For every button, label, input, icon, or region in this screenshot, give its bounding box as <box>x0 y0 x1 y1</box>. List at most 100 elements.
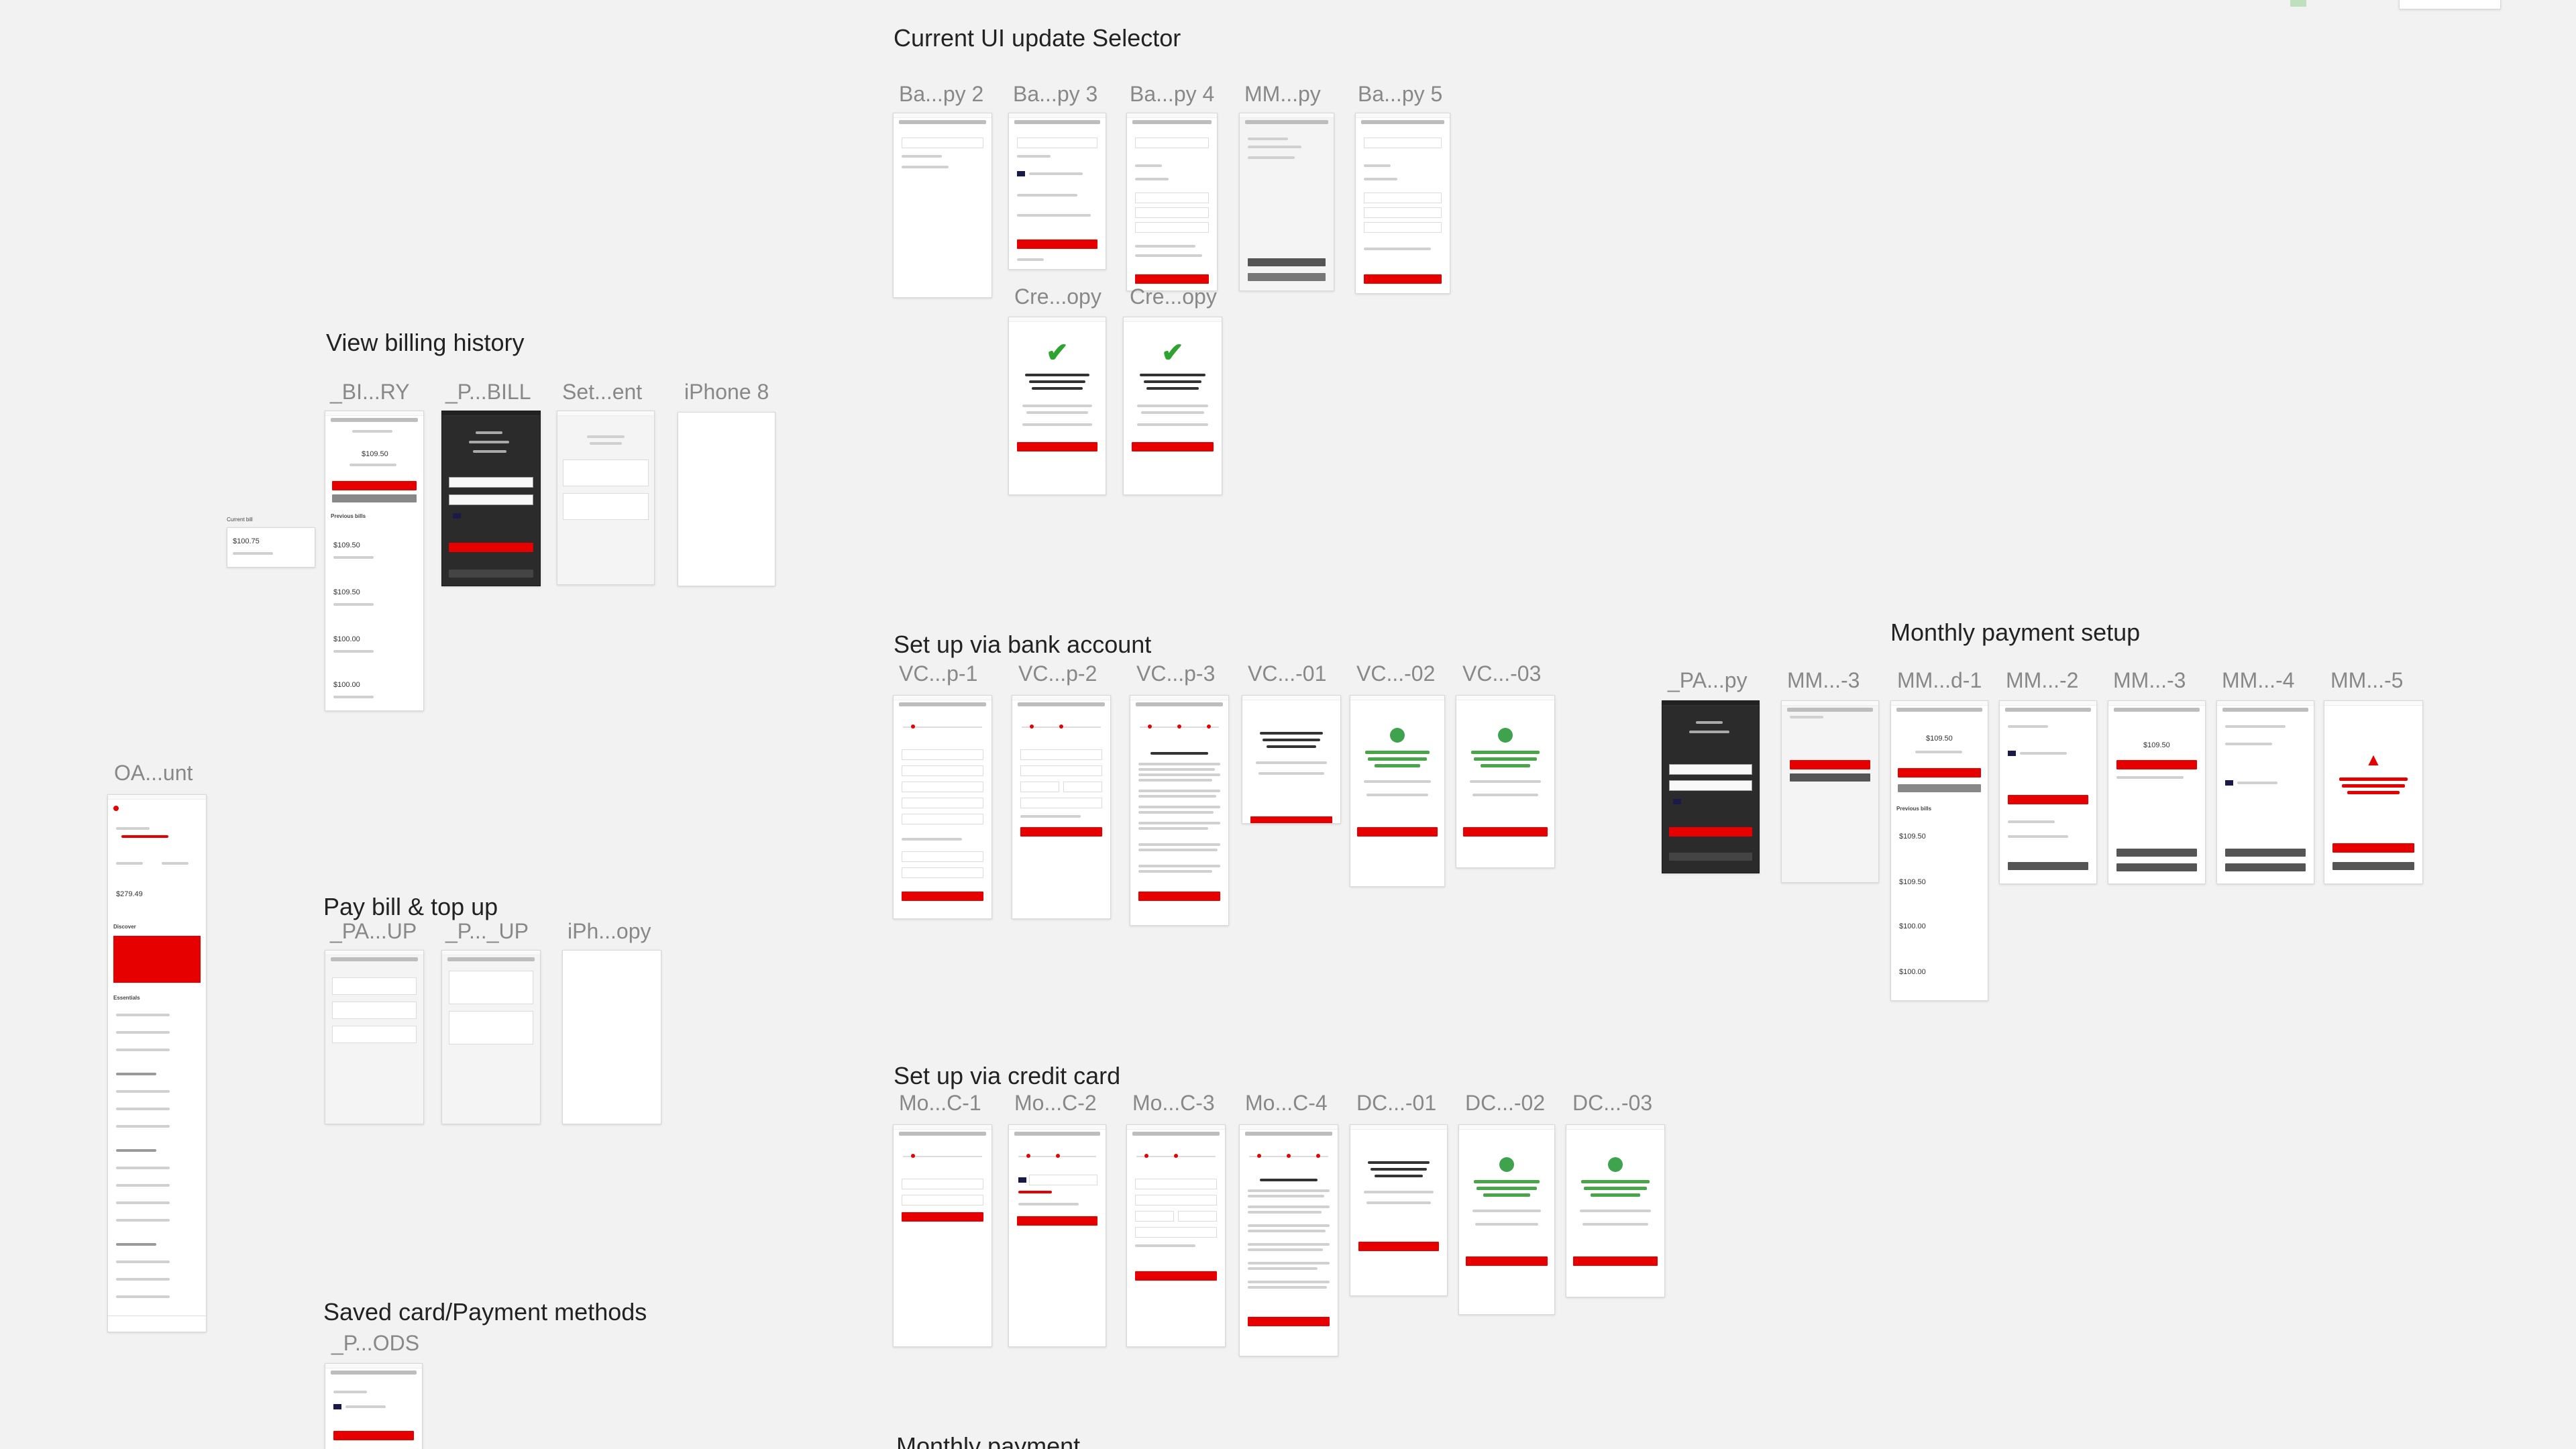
frame-ba-py3[interactable] <box>1008 113 1106 270</box>
option-card[interactable] <box>449 1011 533 1044</box>
menu-line[interactable] <box>116 1049 170 1051</box>
frame-cre-opy-1[interactable]: ✔ <box>1008 317 1106 495</box>
frame-mm-4[interactable] <box>2216 700 2314 884</box>
frame-vc-p1[interactable] <box>893 695 992 919</box>
setup-monthly-button[interactable] <box>1898 784 1981 792</box>
frame-partial-top-right[interactable] <box>2399 0 2501 9</box>
frame-dc-02[interactable] <box>1458 1124 1555 1315</box>
manage-button[interactable] <box>2116 849 2197 857</box>
pay-button[interactable] <box>2008 795 2088 804</box>
next-button[interactable] <box>902 892 983 901</box>
field[interactable] <box>902 851 983 862</box>
pay-button[interactable] <box>2116 760 2197 769</box>
agree-button[interactable] <box>1138 892 1220 901</box>
menu-row[interactable] <box>332 1002 417 1019</box>
ok-button[interactable] <box>1017 442 1097 451</box>
add-card-button[interactable] <box>333 1431 414 1440</box>
setup-button[interactable] <box>1790 773 1870 782</box>
frame-ba-py4[interactable] <box>1126 113 1218 291</box>
frame-ba-py2[interactable] <box>893 113 992 298</box>
field[interactable] <box>902 814 983 824</box>
field[interactable] <box>1178 1211 1217 1222</box>
frame-mo-c1[interactable] <box>893 1124 992 1347</box>
menu-line[interactable] <box>116 1014 170 1016</box>
frame-dc-03[interactable] <box>1566 1124 1665 1297</box>
cancel-button[interactable] <box>2116 863 2197 871</box>
field[interactable] <box>1020 749 1102 760</box>
done-button[interactable] <box>1358 1242 1439 1251</box>
pay-bill-button[interactable] <box>332 481 417 490</box>
frame-mo-c4[interactable] <box>1239 1124 1338 1356</box>
menu-line[interactable] <box>116 1295 170 1298</box>
pay-button[interactable] <box>1790 760 1870 769</box>
continue-button[interactable] <box>1573 1256 1658 1266</box>
action-button[interactable] <box>1248 258 1326 266</box>
promo-banner[interactable] <box>113 936 201 983</box>
frame-iph-opy[interactable] <box>562 950 661 1124</box>
menu-line[interactable] <box>116 1108 170 1110</box>
field[interactable] <box>1020 765 1102 776</box>
frame-mm-2[interactable] <box>1999 700 2097 884</box>
frame-dc-01[interactable] <box>1350 1124 1448 1296</box>
agree-button[interactable] <box>1248 1317 1330 1326</box>
frame-pa-up[interactable] <box>325 950 424 1124</box>
secondary-button[interactable] <box>1248 273 1326 281</box>
frame-iphone8[interactable] <box>678 412 775 586</box>
frame-mm-d1[interactable]: $109.50 Previous bills $109.50 $109.50 $… <box>1890 700 1988 1001</box>
frame-set-ent[interactable] <box>557 411 655 585</box>
field[interactable] <box>1020 798 1102 808</box>
menu-line[interactable] <box>116 1219 170 1222</box>
frame-vc-p3[interactable] <box>1130 695 1229 926</box>
frame-mo-c2[interactable] <box>1008 1124 1106 1347</box>
menu-line[interactable] <box>116 1184 170 1187</box>
current-bill-card[interactable]: $100.75 <box>227 527 315 568</box>
menu-line[interactable] <box>116 1090 170 1093</box>
pay-button[interactable] <box>449 543 533 552</box>
continue-button[interactable] <box>1463 827 1548 837</box>
menu-line[interactable] <box>116 1031 170 1034</box>
frame-mm-5[interactable]: ▲ <box>2324 700 2423 884</box>
frame-oa-unt[interactable]: $279.49 Discover Essentials <box>107 794 207 1332</box>
menu-line[interactable] <box>116 1278 170 1281</box>
field[interactable] <box>1135 1211 1174 1222</box>
menu-line[interactable] <box>116 1125 170 1128</box>
option-card[interactable] <box>563 460 649 486</box>
cancel-payment-button[interactable] <box>2332 843 2414 853</box>
next-button[interactable] <box>1017 1216 1097 1226</box>
set-up-button[interactable] <box>1135 274 1209 284</box>
secondary-button[interactable] <box>449 570 533 578</box>
field[interactable] <box>1135 1195 1217 1205</box>
frame-vc-03[interactable] <box>1456 695 1555 868</box>
frame-mo-c3[interactable] <box>1126 1124 1226 1347</box>
field[interactable] <box>902 782 983 792</box>
menu-line[interactable] <box>116 1167 170 1169</box>
continue-button[interactable] <box>1357 827 1438 837</box>
manage-button[interactable] <box>2008 862 2088 870</box>
menu-line[interactable] <box>116 1260 170 1263</box>
design-canvas[interactable]: Current UI update Selector View billing … <box>0 0 2576 1449</box>
frame-vc-p2[interactable] <box>1012 695 1111 919</box>
next-button[interactable] <box>1135 1271 1217 1281</box>
frame-p-bill[interactable] <box>441 411 541 586</box>
field[interactable] <box>1029 1175 1097 1185</box>
done-button[interactable] <box>1250 816 1332 823</box>
next-button[interactable] <box>1020 827 1102 837</box>
ok-button[interactable] <box>1132 442 1214 451</box>
option-card[interactable] <box>449 971 533 1004</box>
set-up-button[interactable] <box>1364 274 1442 284</box>
frame-vc-02[interactable] <box>1350 695 1445 887</box>
field[interactable] <box>902 1179 983 1189</box>
set-up-button[interactable] <box>1017 239 1097 249</box>
cancel-button[interactable] <box>2225 863 2306 871</box>
frame-mm-3a[interactable] <box>1781 700 1879 883</box>
field[interactable] <box>1063 782 1102 792</box>
field[interactable] <box>902 749 983 760</box>
menu-row[interactable] <box>332 977 417 995</box>
menu-line[interactable] <box>116 1201 170 1204</box>
field[interactable] <box>1020 782 1059 792</box>
next-button[interactable] <box>902 1212 983 1222</box>
pay-bill-button[interactable] <box>1898 768 1981 777</box>
secondary-button[interactable] <box>1669 853 1752 861</box>
pay-button[interactable] <box>1669 827 1752 837</box>
option-card[interactable] <box>563 493 649 520</box>
